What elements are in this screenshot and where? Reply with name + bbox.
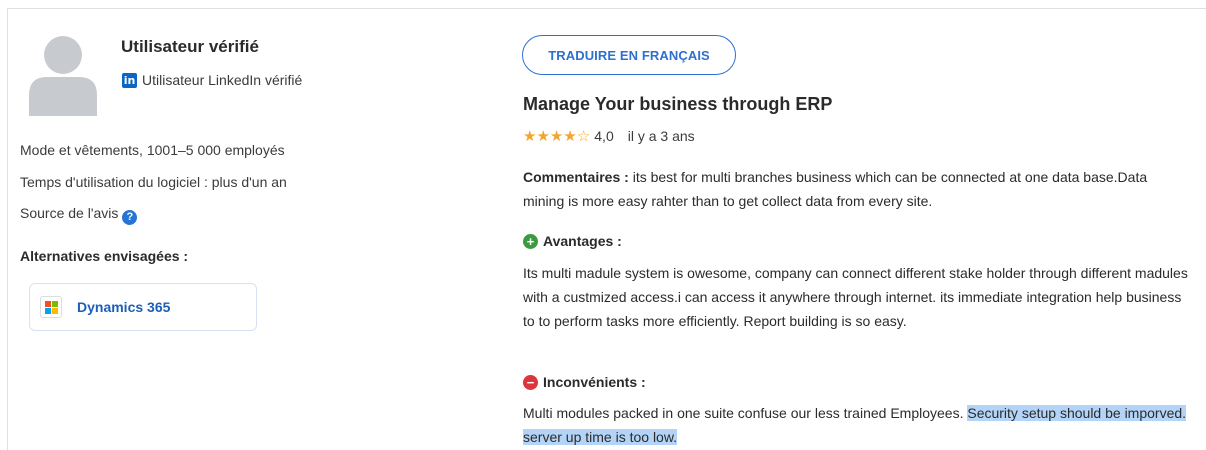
star-filled-icon: ★: [563, 126, 577, 145]
rating-row: ★ ★ ★ ★ ☆ 4,0 il y a 3 ans: [523, 128, 695, 144]
help-icon[interactable]: ?: [122, 209, 138, 225]
avatar: [29, 36, 97, 116]
star-filled-icon: ★: [549, 126, 564, 145]
cons-body: Multi modules packed in one suite confus…: [523, 405, 968, 421]
linkedin-verified: in Utilisateur LinkedIn vérifié: [122, 72, 302, 88]
company-info: Mode et vêtements, 1001–5 000 employés: [20, 142, 285, 158]
star-empty-icon: ☆: [576, 126, 591, 145]
pros-text: Its multi madule system is owesome, comp…: [523, 265, 1188, 329]
star-filled-icon: ★: [523, 126, 537, 145]
usage-duration: Temps d'utilisation du logiciel : plus d…: [20, 174, 287, 190]
pros-heading: + Avantages :: [523, 233, 622, 249]
cons-text: Multi modules packed in one suite confus…: [523, 401, 1188, 449]
microsoft-logo-icon: [40, 296, 62, 318]
translate-button[interactable]: TRADUIRE EN FRANÇAIS: [522, 35, 736, 75]
pros-label: Avantages :: [543, 233, 622, 249]
cons-label: Inconvénients :: [543, 374, 646, 390]
minus-circle-icon: −: [523, 374, 538, 390]
comments-label: Commentaires :: [523, 169, 629, 185]
review-source: Source de l'avis?: [20, 205, 138, 225]
cons-heading: − Inconvénients :: [523, 374, 646, 390]
alternatives-title: Alternatives envisagées :: [20, 248, 189, 264]
review-title: Manage Your business through ERP: [523, 94, 833, 114]
linkedin-label: Utilisateur LinkedIn vérifié: [142, 72, 303, 88]
alternative-item-dynamics-365[interactable]: Dynamics 365: [29, 283, 257, 331]
review-source-label: Source de l'avis: [20, 205, 119, 221]
rating-value: 4,0: [594, 128, 614, 144]
star-filled-icon: ★: [536, 126, 550, 145]
plus-circle-icon: +: [523, 233, 538, 249]
alternative-name[interactable]: Dynamics 365: [77, 299, 170, 315]
reviewer-name: Utilisateur vérifié: [121, 37, 259, 56]
review-age: il y a 3 ans: [627, 128, 695, 144]
linkedin-icon: in: [122, 72, 137, 88]
comments-text: Commentaires : its best for multi branch…: [523, 165, 1188, 213]
star-rating: ★ ★ ★ ★ ☆: [523, 126, 591, 145]
